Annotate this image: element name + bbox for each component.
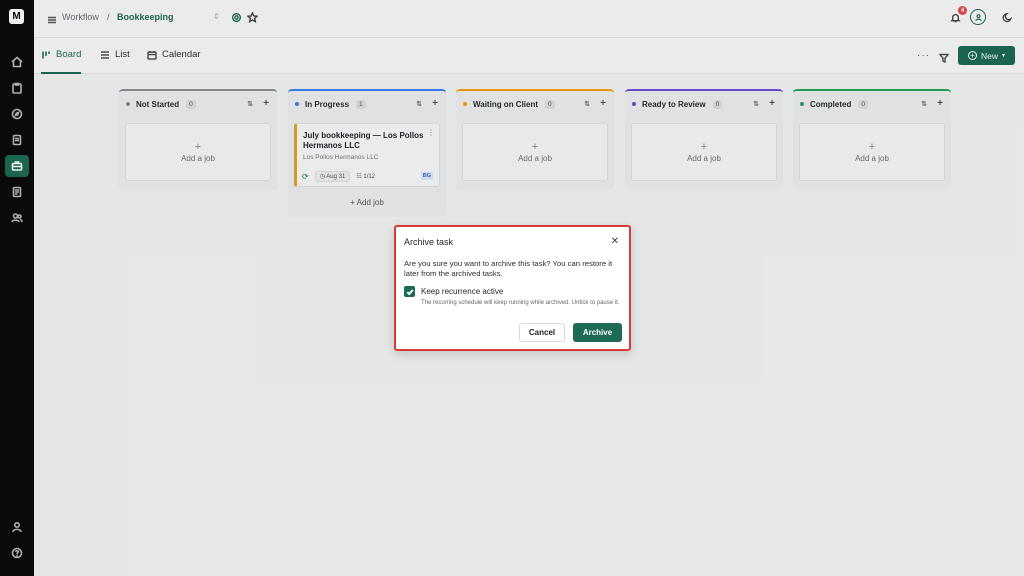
keep-recurrence-checkbox[interactable] [404, 286, 415, 297]
cancel-button[interactable]: Cancel [519, 323, 565, 342]
dialog-message: Are you sure you want to archive this ta… [404, 259, 613, 278]
checkbox-help-text: The recurring schedule will keep running… [421, 300, 620, 306]
close-icon[interactable]: ✕ [611, 236, 619, 247]
check-icon [406, 288, 414, 295]
checkbox-label[interactable]: Keep recurrence active [421, 287, 503, 296]
archive-button[interactable]: Archive [573, 323, 622, 342]
archive-dialog: Archive task ✕ Are you sure you want to … [394, 225, 631, 351]
dialog-title: Archive task [404, 237, 454, 247]
